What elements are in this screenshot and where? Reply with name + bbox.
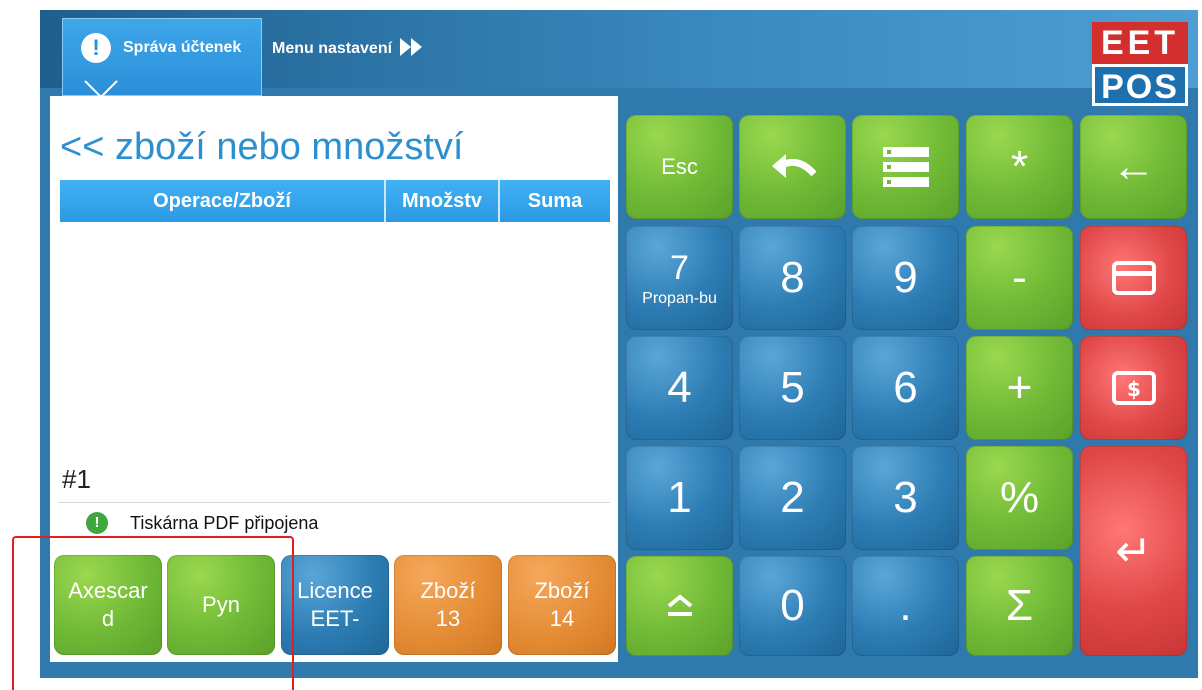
undo-button[interactable] xyxy=(739,115,846,219)
key-5-label: 5 xyxy=(780,363,805,412)
cash-payment-button[interactable]: $ xyxy=(1080,336,1187,440)
multiply-label: * xyxy=(1010,142,1029,191)
function-key-label: 13 xyxy=(435,606,461,631)
column-operation[interactable]: Operace/Zboží xyxy=(60,180,386,222)
decimal-point-button[interactable]: . xyxy=(852,556,959,656)
list-button[interactable] xyxy=(852,115,959,219)
function-key-label: EET- xyxy=(310,606,360,631)
key-6-label: 6 xyxy=(893,363,918,412)
key-1[interactable]: 1 xyxy=(626,446,733,550)
key-2[interactable]: 2 xyxy=(739,446,846,550)
key-8-label: 8 xyxy=(780,253,805,302)
annotation-highlight xyxy=(12,536,294,690)
key-0[interactable]: 0 xyxy=(739,556,846,656)
percent-button[interactable]: % xyxy=(966,446,1073,550)
function-key-licence[interactable]: Licence EET- xyxy=(281,555,389,655)
status-ok-icon: ! xyxy=(86,512,108,534)
percent-label: % xyxy=(999,473,1040,522)
key-9-label: 9 xyxy=(893,253,918,302)
esc-label: Esc xyxy=(661,154,698,179)
column-quantity[interactable]: Množstv xyxy=(386,180,500,222)
key-2-label: 2 xyxy=(780,473,805,522)
enter-icon: ↵ xyxy=(1115,526,1152,576)
printer-status: Tiskárna PDF připojena xyxy=(130,513,319,533)
minus-label: - xyxy=(1012,253,1027,302)
function-key-label: Zboží xyxy=(534,578,590,603)
function-key-label: Licence xyxy=(297,578,373,603)
double-chevron-right-icon xyxy=(400,38,423,56)
cash-icon: $ xyxy=(1111,371,1156,405)
card-payment-button[interactable] xyxy=(1080,226,1187,330)
function-key-item-14[interactable]: Zboží 14 xyxy=(508,555,616,655)
settings-menu-link[interactable]: Menu nastavení xyxy=(272,38,424,58)
backspace-icon: ← xyxy=(1111,142,1156,191)
plus-button[interactable]: + xyxy=(966,336,1073,440)
receipt-number: #1 xyxy=(62,464,91,494)
key-5[interactable]: 5 xyxy=(739,336,846,440)
key-6[interactable]: 6 xyxy=(852,336,959,440)
key-3[interactable]: 3 xyxy=(852,446,959,550)
shift-button[interactable] xyxy=(626,556,733,656)
plus-label: + xyxy=(1006,363,1033,412)
multiply-button[interactable]: * xyxy=(966,115,1073,219)
column-sum[interactable]: Suma xyxy=(500,180,610,222)
page-title[interactable]: << zboží nebo množství xyxy=(60,126,463,169)
info-icon: ! xyxy=(81,33,111,63)
key-7-sublabel: Propan-bu xyxy=(642,289,717,307)
minus-button[interactable]: - xyxy=(966,226,1073,330)
key-7[interactable]: 7 Propan-bu xyxy=(626,226,733,330)
sum-button[interactable]: Σ xyxy=(966,556,1073,656)
key-8[interactable]: 8 xyxy=(739,226,846,330)
function-key-item-13[interactable]: Zboží 13 xyxy=(394,555,502,655)
function-key-label: Zboží xyxy=(420,578,476,603)
eject-icon xyxy=(667,594,692,616)
key-4-label: 4 xyxy=(667,363,692,412)
function-key-label: 14 xyxy=(549,606,575,631)
order-table-header: Operace/Zboží Množstv Suma xyxy=(60,180,610,222)
key-7-label: 7 xyxy=(670,248,689,287)
divider xyxy=(58,502,610,503)
decimal-point-label: . xyxy=(899,581,912,630)
undo-icon xyxy=(771,154,816,178)
key-9[interactable]: 9 xyxy=(852,226,959,330)
eet-pos-logo: EET POS xyxy=(1092,22,1188,106)
esc-button[interactable]: Esc xyxy=(626,115,733,219)
key-4[interactable]: 4 xyxy=(626,336,733,440)
logo-eet: EET xyxy=(1092,22,1188,64)
enter-button[interactable]: ↵ xyxy=(1080,446,1187,656)
credit-card-icon xyxy=(1111,261,1156,295)
tab-label: Správa účtenek xyxy=(123,39,242,56)
settings-menu-label: Menu nastavení xyxy=(272,40,393,57)
sum-icon: Σ xyxy=(1005,581,1034,630)
svg-text:$: $ xyxy=(1127,377,1141,401)
key-1-label: 1 xyxy=(667,473,692,522)
backspace-button[interactable]: ← xyxy=(1080,115,1187,219)
tab-receipt-management[interactable]: ! Správa účtenek xyxy=(62,18,262,99)
logo-pos: POS xyxy=(1092,64,1188,106)
key-3-label: 3 xyxy=(893,473,918,522)
list-icon xyxy=(882,147,929,187)
key-0-label: 0 xyxy=(780,581,805,630)
